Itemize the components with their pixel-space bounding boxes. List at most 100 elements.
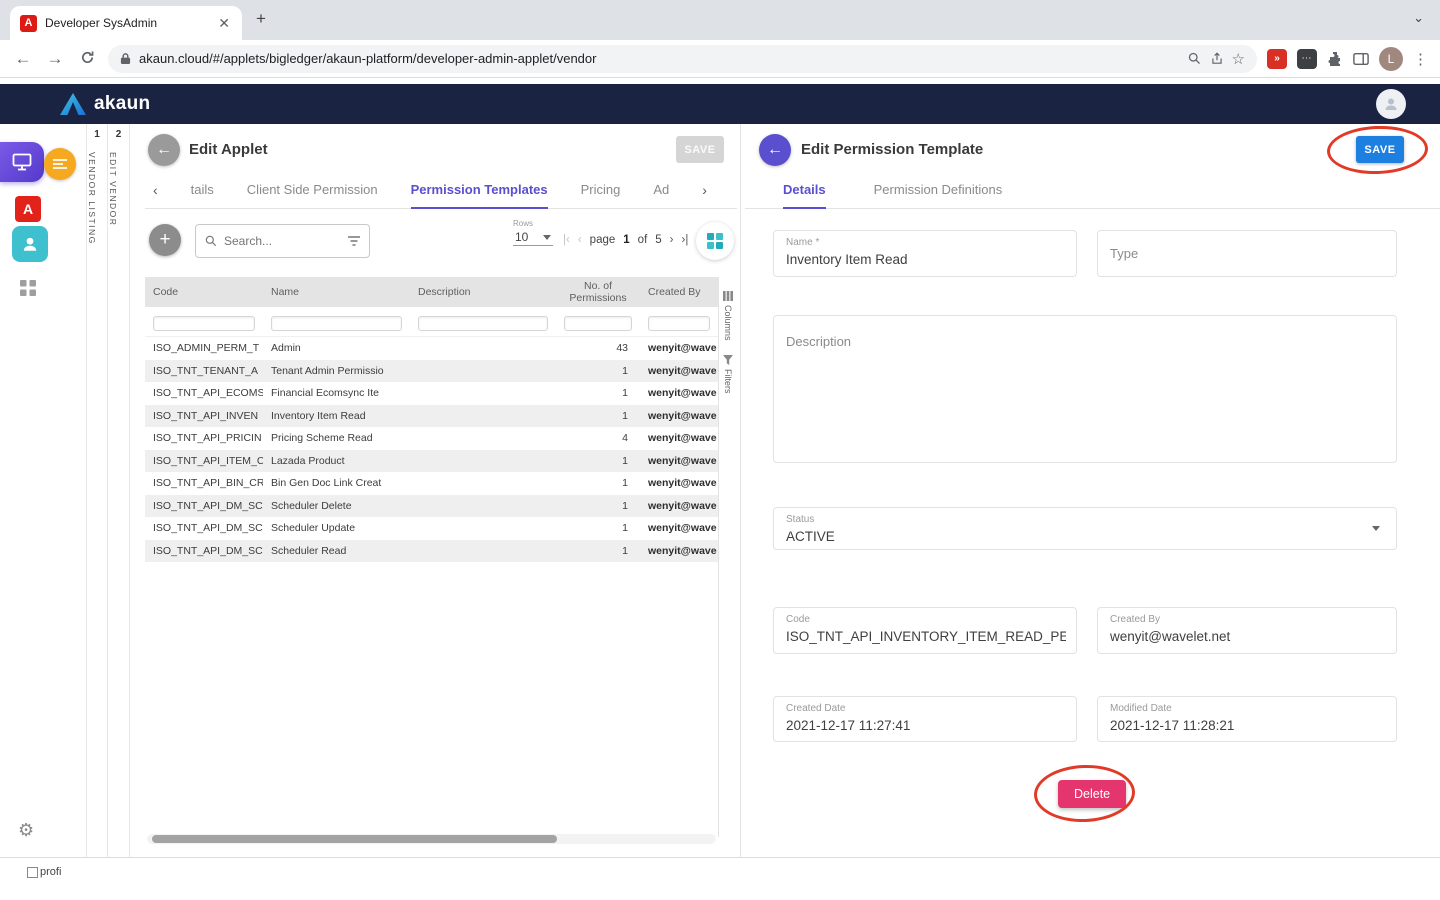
created-date-label: Created Date [786, 703, 845, 714]
cell-code: ISO_TNT_API_ITEM_C [145, 455, 263, 467]
extension-icon-red[interactable]: » [1267, 49, 1287, 69]
user-avatar[interactable] [1376, 89, 1406, 119]
url-bar[interactable]: akaun.cloud/#/applets/bigledger/akaun-pl… [108, 45, 1257, 73]
tab-pricing[interactable]: Pricing [581, 172, 621, 209]
table-row[interactable]: ISO_TNT_API_DM_SC Scheduler Update 1 wen… [145, 517, 718, 540]
back-icon[interactable]: ← [12, 50, 34, 67]
cell-permissions: 1 [556, 477, 640, 489]
browser-profile-avatar[interactable]: L [1379, 47, 1403, 71]
step-tab-edit-vendor[interactable]: 2 EDIT VENDOR [108, 124, 130, 857]
prev-page-button[interactable]: ‹ [578, 234, 582, 246]
cell-name: Admin [263, 342, 410, 354]
tab-details[interactable]: tails [191, 172, 214, 209]
filter-input-permissions[interactable] [564, 316, 632, 331]
cell-code: ISO_ADMIN_PERM_T [145, 342, 263, 354]
table-row[interactable]: ISO_ADMIN_PERM_T Admin 43 wenyit@wave [145, 337, 718, 360]
created-by-field[interactable]: Created By wenyit@wavelet.net [1097, 607, 1397, 654]
filter-input-description[interactable] [418, 316, 548, 331]
tab-search-caret-icon[interactable]: ⌄ [1413, 10, 1424, 26]
new-tab-button[interactable]: + [256, 9, 266, 29]
cell-code: ISO_TNT_API_INVEN [145, 410, 263, 422]
filter-input-code[interactable] [153, 316, 255, 331]
add-permission-template-button[interactable]: + [149, 224, 181, 256]
description-field[interactable]: Description [773, 315, 1397, 463]
created-date-field[interactable]: Created Date 2021-12-17 11:27:41 [773, 696, 1077, 742]
status-select[interactable]: Status ACTIVE [773, 507, 1397, 550]
name-field[interactable]: Name * Inventory Item Read [773, 230, 1077, 277]
step-tab-vendor-listing[interactable]: 1 VENDOR LISTING [86, 124, 108, 857]
cell-permissions: 1 [556, 522, 640, 534]
extension-icon-dark[interactable]: ⋯ [1297, 49, 1317, 69]
delete-button[interactable]: Delete [1058, 780, 1126, 808]
cell-created-by: wenyit@wave [640, 387, 718, 399]
filters-label: Filters [723, 369, 733, 394]
tabs-scroll-right-icon[interactable]: › [702, 182, 707, 198]
puzzle-extensions-icon[interactable] [1327, 51, 1343, 67]
next-page-button[interactable]: › [670, 234, 674, 246]
name-value: Inventory Item Read [786, 252, 1066, 267]
rows-label: Rows [513, 219, 557, 228]
akaun-logo[interactable]: akaun [60, 93, 150, 115]
columns-toggle[interactable]: Columns [719, 291, 737, 341]
cell-created-by: wenyit@wave [640, 500, 718, 512]
horizontal-scrollbar[interactable] [147, 834, 716, 844]
tab-permission-definitions[interactable]: Permission Definitions [874, 172, 1003, 209]
table-header: Code Name Description No. of Permissions… [145, 277, 718, 307]
sidebar-toggle-icon[interactable] [1353, 52, 1369, 66]
cell-code: ISO_TNT_TENANT_A [145, 365, 263, 377]
tabs-scroll-left-icon[interactable]: ‹ [153, 182, 158, 198]
first-page-button[interactable]: |‹ [563, 234, 570, 246]
cell-permissions: 1 [556, 365, 640, 377]
table-body: ISO_ADMIN_PERM_T Admin 43 wenyit@wave IS… [145, 337, 718, 562]
search-input[interactable] [224, 234, 341, 248]
bookmark-star-icon[interactable]: ☆ [1232, 50, 1245, 68]
tab-client-side-permission[interactable]: Client Side Permission [247, 172, 378, 209]
view-toggle-button[interactable] [696, 222, 734, 260]
save-button-disabled[interactable]: SAVE [676, 136, 724, 163]
code-label: Code [786, 614, 810, 625]
col-name: Name [263, 286, 410, 298]
edit-permission-template-panel: ← Edit Permission Template SAVE Details … [745, 124, 1440, 857]
scrollbar-thumb[interactable] [152, 835, 557, 843]
forward-icon[interactable]: → [44, 50, 66, 67]
cell-created-by: wenyit@wave [640, 342, 718, 354]
cell-name: Scheduler Read [263, 545, 410, 557]
back-button[interactable]: ← [759, 134, 791, 166]
apps-grid-icon[interactable] [20, 280, 36, 301]
pdf-applet-icon[interactable]: A [15, 196, 41, 222]
back-button[interactable]: ← [148, 134, 180, 166]
tab-close-icon[interactable]: ✕ [216, 15, 232, 32]
last-page-button[interactable]: ›| [682, 234, 689, 246]
tab-admin[interactable]: Ad [653, 172, 669, 209]
filters-toggle[interactable]: Filters [719, 355, 737, 394]
table-row[interactable]: ISO_TNT_TENANT_A Tenant Admin Permissio … [145, 360, 718, 383]
table-row[interactable]: ISO_TNT_API_DM_SC Scheduler Delete 1 wen… [145, 495, 718, 518]
contacts-applet-button[interactable] [12, 226, 48, 262]
share-icon[interactable] [1210, 51, 1224, 66]
filter-input-created-by[interactable] [648, 316, 710, 331]
filter-input-name[interactable] [271, 316, 402, 331]
type-field[interactable]: Type [1097, 230, 1397, 277]
cell-name: Lazada Product [263, 455, 410, 467]
save-button[interactable]: SAVE [1356, 136, 1404, 163]
table-row[interactable]: ISO_TNT_API_INVEN Inventory Item Read 1 … [145, 405, 718, 428]
browser-tab[interactable]: A Developer SysAdmin ✕ [10, 6, 242, 40]
description-label: Description [786, 334, 851, 349]
browser-menu-icon[interactable]: ⋮ [1413, 50, 1428, 68]
table-row[interactable]: ISO_TNT_API_ITEM_C Lazada Product 1 weny… [145, 450, 718, 473]
table-row[interactable]: ISO_TNT_API_ECOMS Financial Ecomsync Ite… [145, 382, 718, 405]
tab-details[interactable]: Details [783, 172, 826, 209]
refresh-icon[interactable] [76, 50, 98, 68]
rows-select[interactable]: 10 [513, 228, 553, 246]
tab-permission-templates[interactable]: Permission Templates [411, 172, 548, 209]
settings-gear-icon[interactable]: ⚙ [18, 820, 34, 841]
table-row[interactable]: ISO_TNT_API_PRICIN Pricing Scheme Read 4… [145, 427, 718, 450]
zoom-icon[interactable] [1187, 51, 1202, 66]
active-applet-button[interactable] [0, 142, 44, 182]
filter-list-icon[interactable] [347, 235, 361, 247]
table-row[interactable]: ISO_TNT_API_DM_SC Scheduler Read 1 wenyi… [145, 540, 718, 563]
modified-date-field[interactable]: Modified Date 2021-12-17 11:28:21 [1097, 696, 1397, 742]
table-row[interactable]: ISO_TNT_API_BIN_CR Bin Gen Doc Link Crea… [145, 472, 718, 495]
code-field[interactable]: Code ISO_TNT_API_INVENTORY_ITEM_READ_PER… [773, 607, 1077, 654]
menu-toggle-button[interactable] [44, 148, 76, 180]
